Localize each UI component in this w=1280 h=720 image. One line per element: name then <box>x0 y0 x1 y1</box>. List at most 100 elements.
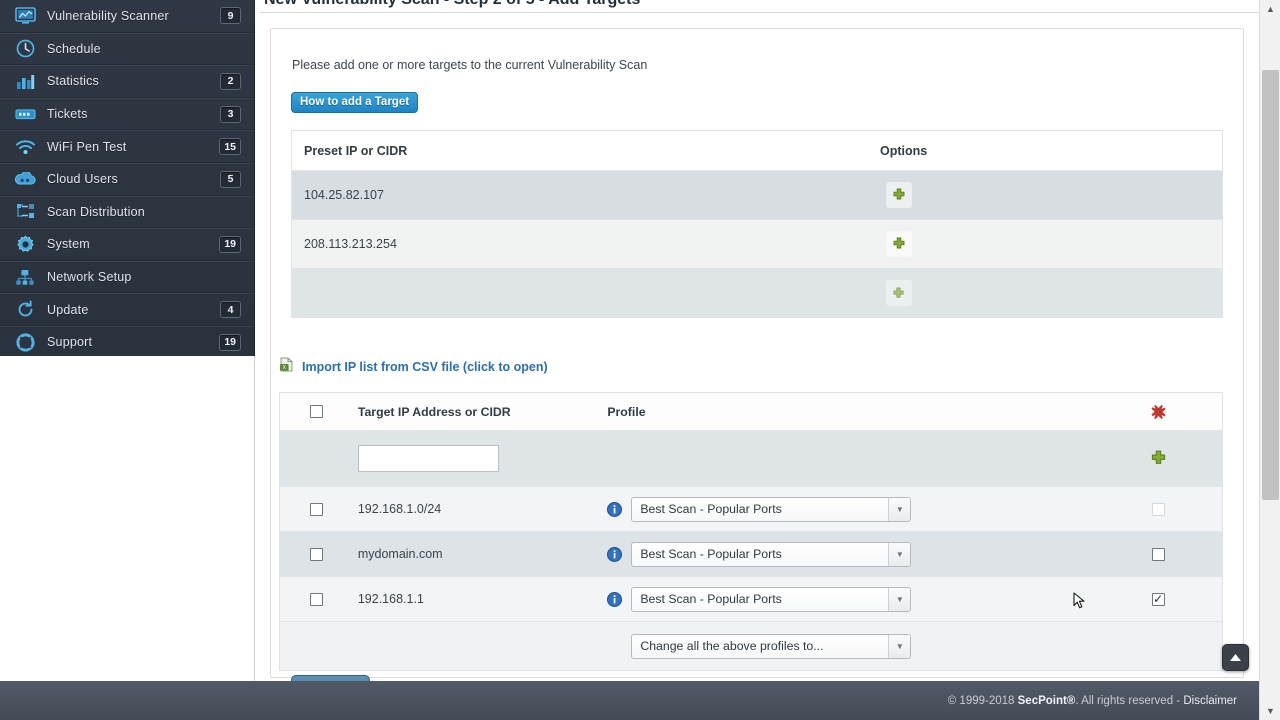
row-select-checkbox[interactable] <box>310 547 324 561</box>
info-icon[interactable] <box>607 591 623 607</box>
profile-select[interactable]: Best Scan - Popular Ports ▼ <box>631 541 912 567</box>
sidebar-item-label: Tickets <box>47 107 88 122</box>
sidebar-item-badge: 2 <box>220 72 241 90</box>
distribution-icon <box>12 201 38 223</box>
sidebar-item-badge: 19 <box>219 235 241 253</box>
target-table-header: Target IP Address or CIDR Profile <box>280 393 1222 431</box>
profile-select-value: Best Scan - Popular Ports <box>640 592 782 606</box>
add-target-button[interactable] <box>1094 450 1222 467</box>
sidebar-item-cloud-users[interactable]: Cloud Users 5 <box>0 162 254 196</box>
scroll-to-top-button[interactable] <box>1222 644 1249 671</box>
sidebar-item-label: System <box>47 237 90 252</box>
add-preset-button[interactable] <box>885 280 912 306</box>
sidebar-item-scan-distribution[interactable]: Scan Distribution <box>0 195 254 229</box>
profile-select-value: Best Scan - Popular Ports <box>640 547 782 561</box>
preset-ip-table: Preset IP or CIDR Options 104.25.82.107 … <box>291 130 1223 318</box>
chevron-down-icon[interactable]: ▼ <box>888 497 911 521</box>
row-delete-checkbox[interactable] <box>1151 547 1165 561</box>
sidebar-item-badge: 15 <box>219 138 241 156</box>
scrollbar-thumb[interactable] <box>1262 70 1279 500</box>
clock-icon <box>12 38 38 60</box>
monitor-chart-icon <box>12 5 38 27</box>
row-delete-checkbox[interactable]: ✓ <box>1151 591 1165 606</box>
row-select-checkbox[interactable] <box>310 502 324 516</box>
preset-header-ip: Preset IP or CIDR <box>304 143 408 158</box>
main-content: New Vulnerability Scan - Step 2 of 5 - A… <box>256 0 1280 720</box>
target-header-ip: Target IP Address or CIDR <box>357 404 511 419</box>
select-all-checkbox[interactable] <box>310 405 324 418</box>
sidebar-item-badge: 3 <box>220 105 241 123</box>
sidebar-item-badge: 9 <box>220 7 241 25</box>
page-title: New Vulnerability Scan - Step 2 of 5 - A… <box>264 0 1224 9</box>
disclaimer-link[interactable]: Disclaimer <box>1183 695 1237 707</box>
network-icon <box>12 266 38 288</box>
target-ip-value: mydomain.com <box>357 547 443 561</box>
bulk-profile-row: Change all the above profiles to... ▼ <box>280 622 1222 670</box>
sidebar-item-support[interactable]: Support 19 <box>0 325 254 359</box>
sidebar-navigation: Vulnerability Scanner 9 Schedule Statist… <box>0 0 255 359</box>
target-new-row <box>280 431 1222 487</box>
bulk-profile-select[interactable]: Change all the above profiles to... ▼ <box>631 633 912 659</box>
sidebar-item-badge: 4 <box>220 301 241 319</box>
check-mark-icon: ✓ <box>1153 591 1164 606</box>
add-preset-button[interactable] <box>885 182 912 208</box>
sidebar-item-vulnerability-scanner[interactable]: Vulnerability Scanner 9 <box>0 0 254 33</box>
sidebar-item-tickets[interactable]: Tickets 3 <box>0 97 254 131</box>
row-delete-checkbox[interactable] <box>1151 502 1165 516</box>
footer-rights: . All rights reserved - <box>1075 694 1184 707</box>
plus-icon <box>893 237 905 249</box>
preset-row-ip: 104.25.82.107 <box>304 188 384 202</box>
delete-all-button[interactable] <box>1094 404 1222 419</box>
target-ip-table: Target IP Address or CIDR Profile 192.16… <box>279 392 1223 671</box>
new-target-ip-input[interactable] <box>357 445 499 472</box>
chevron-down-icon[interactable]: ▼ <box>888 634 911 658</box>
footer-copyright: © 1999-2018 SecPoint®. All rights reserv… <box>948 695 1237 707</box>
info-icon[interactable] <box>607 546 623 562</box>
target-ip-value: 192.168.1.0/24 <box>357 502 442 516</box>
plus-icon <box>1151 450 1165 464</box>
bulk-profile-value: Change all the above profiles to... <box>640 639 824 653</box>
sidebar-item-system[interactable]: System 19 <box>0 228 254 261</box>
mouse-cursor <box>1073 592 1086 611</box>
sidebar-item-label: Network Setup <box>47 270 132 285</box>
sidebar-item-statistics[interactable]: Statistics 2 <box>0 65 254 98</box>
how-to-add-target-button[interactable]: How to add a Target <box>291 92 419 113</box>
sidebar-item-wifi-pen-test[interactable]: WiFi Pen Test 15 <box>0 130 254 163</box>
sidebar-item-label: WiFi Pen Test <box>47 139 127 154</box>
chevron-down-icon[interactable]: ▼ <box>888 542 911 566</box>
csv-import-link[interactable]: Import IP list from CSV file (click to o… <box>302 360 548 374</box>
sidebar-item-network-setup[interactable]: Network Setup <box>0 260 254 294</box>
preset-table-row <box>292 269 1222 317</box>
row-select-checkbox[interactable] <box>310 592 324 606</box>
info-icon[interactable] <box>607 501 623 517</box>
cloud-users-icon <box>12 168 38 190</box>
title-divider <box>260 12 1272 13</box>
svg-text:X: X <box>282 365 286 371</box>
sidebar-item-badge: 5 <box>220 170 241 188</box>
sidebar-item-schedule[interactable]: Schedule <box>0 32 254 66</box>
refresh-icon <box>12 299 38 321</box>
scrollbar-up-arrow[interactable]: ▲ <box>1260 0 1280 18</box>
page-scrollbar[interactable]: ▲ ▼ <box>1259 0 1280 720</box>
triangle-up-icon <box>1230 654 1241 661</box>
wifi-icon <box>12 136 38 158</box>
profile-select[interactable]: Best Scan - Popular Ports ▼ <box>631 586 912 612</box>
plus-icon <box>893 188 905 200</box>
add-preset-button[interactable] <box>885 231 912 257</box>
sidebar-item-update[interactable]: Update 4 <box>0 293 254 326</box>
sidebar-item-label: Update <box>47 302 89 317</box>
bar-chart-icon <box>12 70 38 92</box>
scrollbar-down-arrow[interactable]: ▼ <box>1260 702 1280 720</box>
page-footer: © 1999-2018 SecPoint®. All rights reserv… <box>0 681 1259 720</box>
preset-header-options: Options <box>880 143 928 158</box>
chevron-down-icon[interactable]: ▼ <box>888 587 911 611</box>
csv-import-row[interactable]: X Import IP list from CSV file (click to… <box>279 357 548 377</box>
ticket-icon <box>12 103 38 125</box>
plus-icon <box>893 287 904 298</box>
gear-icon <box>12 233 38 255</box>
lifering-icon <box>12 331 38 353</box>
footer-copyright-years: © 1999-2018 <box>947 694 1018 707</box>
profile-select[interactable]: Best Scan - Popular Ports ▼ <box>631 496 912 522</box>
sidebar-empty-area <box>0 356 255 720</box>
target-header-profile: Profile <box>607 404 646 419</box>
